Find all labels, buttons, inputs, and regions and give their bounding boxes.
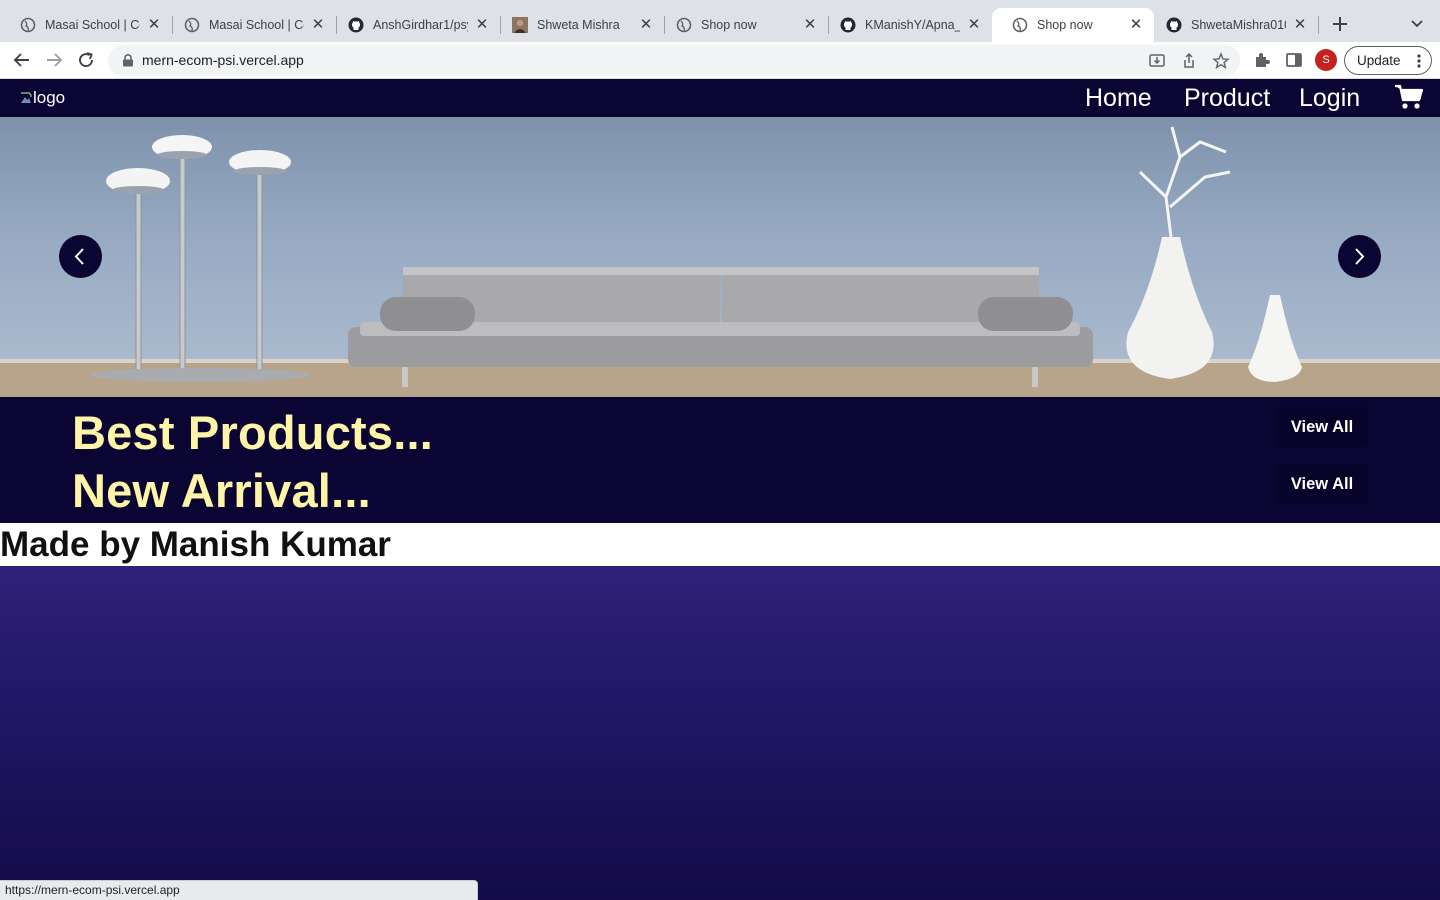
view-all-button[interactable]: View All: [1276, 464, 1368, 504]
tab-title: Shweta Mishra: [537, 18, 620, 32]
hero-banner-image: [0, 126, 1440, 397]
forward-arrow-icon[interactable]: [44, 50, 64, 70]
back-arrow-icon[interactable]: [12, 50, 32, 70]
github-icon: [348, 17, 364, 33]
close-icon[interactable]: ✕: [1128, 17, 1144, 33]
reload-icon[interactable]: [76, 50, 96, 70]
tab-title: KManishY/Apna_: [865, 18, 960, 32]
page-background: [0, 566, 1440, 900]
address-bar[interactable]: mern-ecom-psi.vercel.app: [108, 45, 1240, 76]
section-title-best-products: Best Products...: [72, 406, 434, 459]
globe-icon: [20, 17, 36, 33]
install-app-icon[interactable]: [1148, 52, 1166, 70]
chevron-down-icon[interactable]: [1408, 16, 1426, 32]
tab-title: Shop now: [1037, 18, 1093, 32]
github-icon: [840, 17, 856, 33]
close-icon[interactable]: ✕: [474, 17, 490, 33]
tab-title: AnshGirdhar1/psy: [373, 18, 468, 32]
close-icon[interactable]: ✕: [802, 17, 818, 33]
browser-tab[interactable]: ShwetaMishra010 ✕: [1146, 8, 1318, 42]
hero-carousel: [0, 117, 1440, 397]
browser-tab[interactable]: Masai School | Co ✕: [0, 8, 172, 42]
carousel-prev-button[interactable]: [59, 235, 102, 278]
lock-icon[interactable]: [122, 54, 134, 67]
link-status-bar: https://mern-ecom-psi.vercel.app: [0, 880, 478, 900]
close-icon[interactable]: ✕: [310, 17, 326, 33]
tab-separator: [1318, 16, 1319, 34]
share-icon[interactable]: [1180, 52, 1198, 70]
browser-tab[interactable]: KManishY/Apna_ ✕: [820, 8, 992, 42]
tab-title: Masai School | Co: [45, 18, 140, 32]
shopping-cart-icon[interactable]: [1394, 83, 1424, 111]
broken-image-icon: [21, 92, 32, 103]
site-navbar: logo Home Product Login: [0, 79, 1440, 117]
chevron-right-icon: [1355, 248, 1365, 265]
new-tab-icon[interactable]: [1330, 14, 1350, 34]
nav-link-home[interactable]: Home: [1085, 82, 1152, 114]
bookmark-star-icon[interactable]: [1212, 52, 1230, 70]
logo-alt-text: logo: [33, 88, 66, 107]
chevron-left-icon: [74, 248, 84, 265]
view-all-button[interactable]: View All: [1276, 407, 1368, 447]
globe-icon: [184, 17, 200, 33]
update-button[interactable]: Update: [1344, 46, 1432, 75]
browser-tab[interactable]: Masai School | Co ✕: [164, 8, 336, 42]
profile-avatar[interactable]: S: [1315, 49, 1337, 71]
profile-photo-icon: [512, 17, 528, 33]
globe-icon: [1012, 17, 1028, 33]
extensions-puzzle-icon[interactable]: [1253, 51, 1271, 69]
browser-tab-active[interactable]: Shop now ✕: [992, 8, 1154, 42]
footer-credit: Made by Manish Kumar: [0, 523, 1440, 566]
browser-tab-strip: Masai School | Co ✕ Masai School | Co ✕ …: [0, 0, 1440, 42]
more-vertical-icon[interactable]: [1417, 54, 1421, 68]
tab-title: ShwetaMishra010: [1191, 18, 1286, 32]
site-logo[interactable]: logo: [20, 88, 65, 108]
browser-tab[interactable]: AnshGirdhar1/psy ✕: [328, 8, 500, 42]
github-icon: [1166, 17, 1182, 33]
product-sections: Best Products... View All New Arrival...…: [0, 397, 1440, 523]
close-icon[interactable]: ✕: [638, 17, 654, 33]
browser-tab[interactable]: Shweta Mishra ✕: [492, 8, 664, 42]
tab-title: Shop now: [701, 18, 757, 32]
section-title-new-arrival: New Arrival...: [72, 464, 371, 517]
update-label: Update: [1357, 53, 1401, 68]
close-icon[interactable]: ✕: [146, 17, 162, 33]
nav-link-login[interactable]: Login: [1299, 82, 1360, 114]
browser-toolbar: mern-ecom-psi.vercel.app S Update: [0, 42, 1440, 79]
url-text: mern-ecom-psi.vercel.app: [142, 52, 304, 68]
close-icon[interactable]: ✕: [966, 17, 982, 33]
nav-link-product[interactable]: Product: [1184, 82, 1270, 114]
browser-tab[interactable]: Shop now ✕: [656, 8, 828, 42]
close-icon[interactable]: ✕: [1292, 17, 1308, 33]
globe-icon: [676, 17, 692, 33]
carousel-next-button[interactable]: [1338, 235, 1381, 278]
tab-title: Masai School | Co: [209, 18, 304, 32]
side-panel-icon[interactable]: [1285, 51, 1303, 69]
